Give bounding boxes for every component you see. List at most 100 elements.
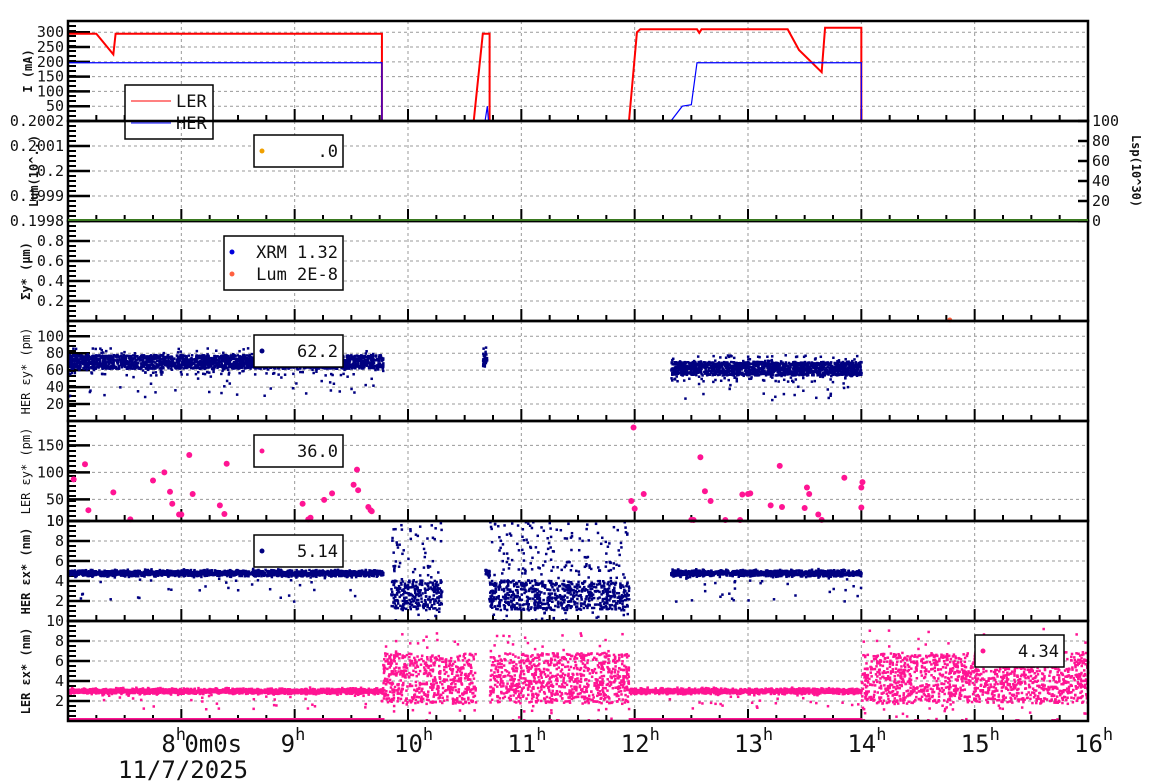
- data-point: [287, 594, 291, 597]
- data-point: [223, 360, 227, 363]
- data-point: [775, 362, 779, 365]
- data-point: [815, 396, 818, 400]
- legend-marker: [259, 348, 265, 354]
- data-point: [855, 369, 858, 373]
- data-point: [484, 346, 488, 349]
- data-point: [187, 354, 191, 357]
- data-point: [795, 355, 799, 358]
- data-point: [702, 364, 706, 368]
- data-point: [803, 368, 806, 372]
- data-point: [179, 370, 183, 374]
- data-point: [775, 374, 779, 377]
- data-point: [775, 367, 779, 371]
- y-tick-label: 0.2: [37, 292, 64, 310]
- data-point: [184, 363, 188, 367]
- data-point: [353, 391, 356, 394]
- data-point: [104, 349, 108, 353]
- data-point: [729, 354, 732, 357]
- data-point: [628, 498, 635, 504]
- data-point: [350, 357, 354, 360]
- data-point: [103, 360, 107, 363]
- data-point: [482, 347, 485, 350]
- data-point: [686, 366, 690, 369]
- data-point: [73, 359, 77, 362]
- data-point: [148, 358, 151, 362]
- y-tick-label: 6: [55, 552, 64, 570]
- legend-label: HER: [176, 114, 207, 134]
- data-point: [120, 352, 123, 355]
- data-point: [90, 371, 93, 374]
- data-point: [798, 367, 802, 370]
- data-point: [180, 361, 184, 364]
- data-point: [143, 395, 147, 399]
- legend-label: 36.0: [297, 442, 338, 462]
- data-point: [729, 366, 732, 369]
- data-point: [97, 354, 101, 358]
- data-point: [828, 366, 831, 370]
- data-point: [212, 361, 215, 364]
- data-point: [145, 366, 149, 369]
- data-point: [362, 360, 366, 363]
- data-point: [671, 368, 674, 372]
- data-LER_eps_y: [70, 424, 866, 523]
- data-point: [676, 379, 679, 383]
- data-point: [778, 368, 782, 371]
- data-point: [719, 356, 722, 359]
- data-point: [355, 487, 362, 494]
- data-point: [779, 360, 783, 363]
- data-point: [482, 352, 485, 356]
- data-point: [723, 369, 726, 372]
- data-point: [207, 363, 211, 366]
- data-point: [712, 354, 715, 358]
- data-point: [786, 373, 789, 376]
- data-point: [212, 370, 215, 374]
- legend-marker: [259, 448, 265, 454]
- data-point: [855, 366, 859, 370]
- data-point: [99, 347, 102, 350]
- data-point: [726, 365, 729, 369]
- data-point: [681, 363, 684, 366]
- data-point: [100, 351, 103, 355]
- data-point: [346, 359, 349, 363]
- data-point: [250, 352, 254, 356]
- data-point: [841, 474, 848, 481]
- legend: .0: [253, 134, 344, 168]
- data-point: [698, 371, 702, 374]
- data-point: [123, 357, 127, 361]
- data-point: [105, 366, 108, 370]
- data-point: [833, 371, 836, 375]
- data-point: [681, 366, 684, 369]
- data-point: [99, 355, 103, 358]
- data-point: [223, 354, 226, 357]
- data-point: [167, 366, 170, 370]
- data-point: [220, 391, 223, 395]
- data-point: [207, 365, 211, 369]
- y-axis-label: HER εy* (pm): [19, 328, 33, 415]
- data-point: [846, 385, 850, 389]
- data-point: [76, 361, 79, 365]
- data-point: [370, 377, 373, 381]
- data-point: [849, 369, 853, 373]
- data-point: [346, 375, 349, 378]
- data-point: [136, 354, 139, 358]
- data-point: [223, 460, 230, 467]
- data-point: [789, 376, 793, 379]
- data-point: [829, 369, 833, 372]
- data-point: [368, 356, 372, 360]
- data-point: [831, 380, 835, 384]
- data-point: [142, 356, 146, 360]
- data-point: [839, 365, 842, 368]
- data-point: [819, 355, 823, 359]
- data-point: [776, 371, 779, 374]
- data-point: [206, 358, 209, 361]
- data-point: [246, 347, 250, 350]
- data-point: [87, 360, 91, 363]
- data-point: [159, 354, 163, 357]
- data-point: [177, 347, 181, 351]
- data-point: [144, 371, 147, 374]
- data-point: [84, 363, 87, 367]
- data-point: [221, 510, 228, 517]
- data-point: [177, 364, 180, 368]
- data-point: [148, 367, 151, 370]
- data-point: [123, 350, 126, 354]
